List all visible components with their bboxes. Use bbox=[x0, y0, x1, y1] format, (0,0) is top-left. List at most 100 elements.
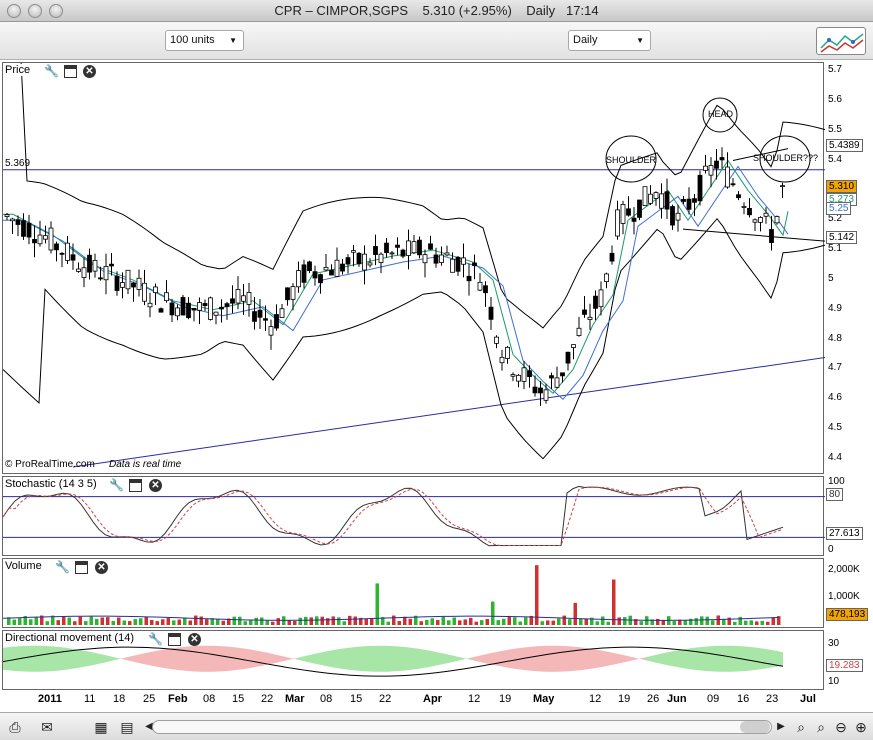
dm-fill bbox=[567, 646, 573, 672]
candle-body bbox=[587, 316, 593, 320]
scroll-thumb[interactable] bbox=[740, 721, 770, 733]
close-window-button[interactable] bbox=[7, 4, 21, 18]
layout-icon[interactable]: ▤ bbox=[118, 718, 136, 736]
candle-body bbox=[527, 370, 532, 378]
dm-fill bbox=[39, 645, 45, 672]
candle-body bbox=[604, 273, 609, 282]
x-tick-label: May bbox=[533, 693, 555, 705]
candle-body bbox=[510, 374, 516, 377]
candle-body bbox=[252, 311, 257, 322]
dm-fill bbox=[411, 647, 417, 670]
zoom-fit-icon[interactable]: ⌕ bbox=[792, 718, 810, 736]
dm-fill bbox=[597, 649, 603, 668]
candle-body bbox=[466, 275, 472, 282]
volume-bar bbox=[117, 617, 121, 625]
x-tick-label: 15 bbox=[350, 693, 363, 705]
volume-bar bbox=[540, 621, 544, 625]
chart-indicators-button[interactable] bbox=[816, 27, 866, 55]
zoom-in-icon[interactable]: ⊕ bbox=[852, 718, 870, 736]
dm-fill bbox=[417, 648, 423, 669]
candle-body bbox=[59, 252, 65, 255]
volume-bar bbox=[353, 616, 357, 625]
dm-fill bbox=[249, 649, 255, 669]
x-tick-label: Apr bbox=[423, 693, 442, 705]
candle-body bbox=[131, 282, 136, 288]
candle-body bbox=[4, 214, 10, 218]
window-icon[interactable] bbox=[168, 633, 181, 646]
candle-body bbox=[626, 208, 631, 216]
dm-fill bbox=[171, 647, 177, 670]
y-tick-label: 4.9 bbox=[828, 302, 842, 314]
dm-fill bbox=[189, 646, 195, 672]
chevron-down-icon: ▼ bbox=[229, 36, 237, 45]
candle-body bbox=[488, 306, 494, 320]
candle-body bbox=[439, 254, 444, 263]
candle-body bbox=[263, 318, 268, 321]
volume-bar bbox=[513, 617, 517, 625]
candle-body bbox=[560, 372, 565, 377]
candle-body bbox=[329, 269, 334, 276]
zoom-reset-icon[interactable]: ⌕ bbox=[812, 718, 830, 736]
candle-body bbox=[609, 252, 615, 262]
volume-bar bbox=[397, 621, 401, 625]
volume-bar bbox=[89, 616, 93, 625]
y-tick-label: 4.5 bbox=[828, 422, 842, 434]
candle-body bbox=[593, 295, 598, 309]
window-icon[interactable] bbox=[129, 479, 142, 492]
minimize-window-button[interactable] bbox=[28, 4, 42, 18]
wrench-icon[interactable]: 🔧 bbox=[148, 633, 163, 646]
wrench-icon[interactable]: 🔧 bbox=[55, 561, 70, 574]
candle-body bbox=[81, 267, 87, 278]
y-tick-label: 4.8 bbox=[828, 332, 842, 344]
volume-bar bbox=[205, 619, 209, 625]
scroll-track[interactable] bbox=[152, 720, 772, 734]
stoch-k-line bbox=[3, 485, 784, 547]
print-icon[interactable]: ⎙ bbox=[6, 718, 24, 736]
candle-body bbox=[274, 314, 279, 329]
candle-body bbox=[714, 160, 719, 169]
volume-bar bbox=[100, 617, 104, 625]
dm-fill bbox=[711, 645, 717, 672]
candle-body bbox=[642, 186, 648, 207]
volume-bar bbox=[304, 616, 308, 625]
units-select-value: 100 units bbox=[170, 34, 215, 46]
candle-body bbox=[367, 262, 373, 266]
zoom-out-icon[interactable]: ⊖ bbox=[832, 718, 850, 736]
candle-body bbox=[208, 297, 213, 320]
dm-fill bbox=[777, 651, 783, 667]
volume-panel: Volume 🔧 ✕ bbox=[2, 558, 824, 628]
close-icon[interactable]: ✕ bbox=[149, 479, 162, 492]
candle-body bbox=[725, 166, 730, 188]
volume-bar bbox=[331, 616, 335, 625]
close-icon[interactable]: ✕ bbox=[188, 633, 201, 646]
volume-bar bbox=[293, 620, 297, 625]
period-select[interactable]: Daily ▼ bbox=[568, 30, 651, 51]
candle-body bbox=[576, 327, 582, 336]
y-tick-label: 5.5 bbox=[828, 123, 842, 135]
wrench-icon[interactable]: 🔧 bbox=[109, 479, 124, 492]
dm-fill bbox=[579, 647, 585, 671]
stochastic-panel-label: Stochastic (14 3 5) bbox=[5, 478, 99, 490]
volume-bar bbox=[370, 618, 374, 625]
window-icon[interactable] bbox=[64, 65, 77, 78]
export-icon[interactable]: ▦ bbox=[92, 718, 110, 736]
zoom-window-button[interactable] bbox=[49, 4, 63, 18]
email-icon[interactable]: ✉ bbox=[38, 718, 56, 736]
volume-bar bbox=[573, 602, 577, 625]
window-icon[interactable] bbox=[75, 561, 88, 574]
candle-body bbox=[169, 302, 175, 316]
units-select[interactable]: 100 units ▼ bbox=[165, 30, 244, 51]
scroll-right-icon[interactable]: ▶ bbox=[772, 718, 790, 736]
price-chart bbox=[3, 63, 825, 468]
dm-fill bbox=[351, 646, 357, 671]
wrench-icon[interactable]: 🔧 bbox=[44, 65, 59, 78]
x-tick-label: 12 bbox=[589, 693, 602, 705]
volume-bar bbox=[683, 620, 687, 625]
dm-fill bbox=[765, 648, 771, 669]
close-icon[interactable]: ✕ bbox=[83, 65, 96, 78]
close-icon[interactable]: ✕ bbox=[95, 561, 108, 574]
volume-bar bbox=[232, 616, 236, 625]
window-symbol: CPR – CIMPOR,SGPS bbox=[274, 3, 409, 18]
dm-fill bbox=[393, 646, 399, 672]
candle-body bbox=[659, 193, 664, 209]
